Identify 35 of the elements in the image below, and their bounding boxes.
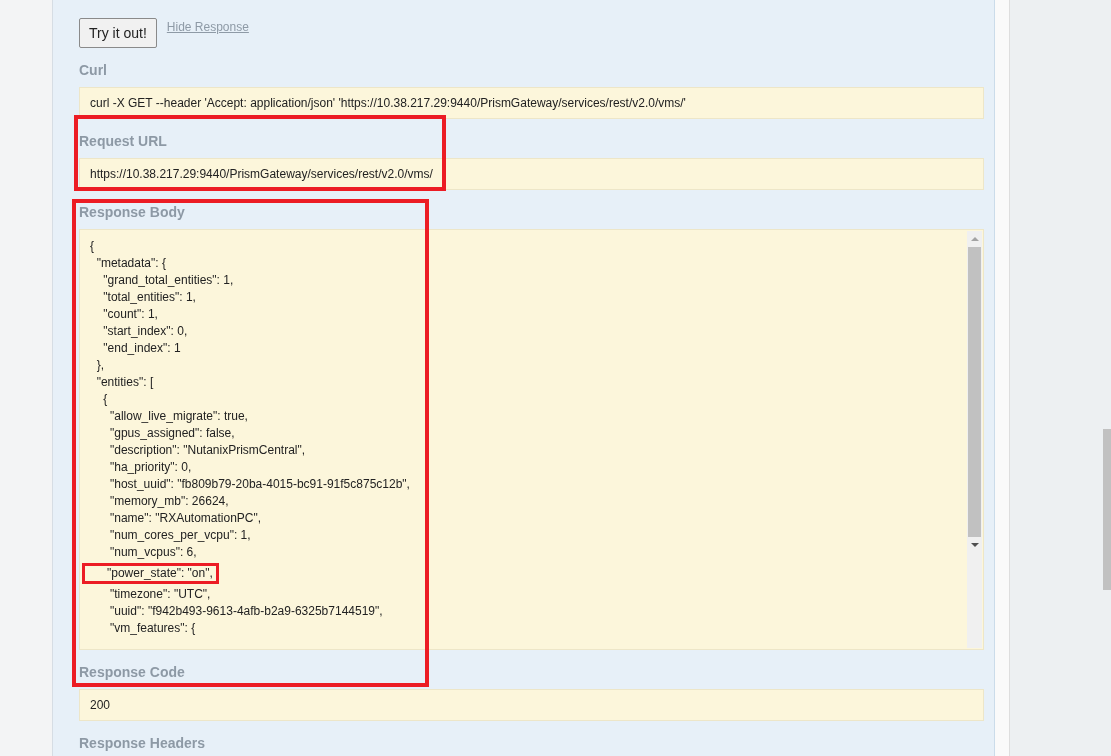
value-box: https://10.38.217.29:9440/PrismGateway/services/rest/v2.0/vms/ <box>79 158 984 190</box>
code-line: "name": "RXAutomationPC", <box>109 510 262 527</box>
code-line: "gpus_assigned": false, <box>109 425 235 442</box>
code-line: "memory_mb": 26624, <box>109 493 229 510</box>
code-line: "description": "NutanixPrismCentral", <box>109 442 306 459</box>
code-line: "count": 1, <box>102 306 158 323</box>
code-line: "metadata": { <box>95 255 166 272</box>
code-line: "num_vcpus": 6, <box>109 544 197 561</box>
code-line: "entities": [ <box>95 374 154 391</box>
scroll-up-icon[interactable] <box>970 237 979 241</box>
code-line: "total_entities": 1, <box>102 289 196 306</box>
value-box: curl -X GET --header 'Accept: application/json' 'https://10.38.217.29:9440/PrismGateway/services/rest/v2.0/vms/' <box>79 87 984 119</box>
section-heading: Response Body <box>79 205 186 220</box>
section-heading: Response Headers <box>79 736 207 751</box>
code-line: "host_uuid": "fb809b79-20ba-4015-bc91-91f5c875c12b", <box>109 476 410 493</box>
code-line: "uuid": "f942b493-9613-4afb-b2a9-6325b7144519", <box>109 603 383 620</box>
section-heading: Request URL <box>79 134 168 149</box>
page-scrollbar[interactable] <box>1103 429 1111 590</box>
section-heading: Response Code <box>79 665 186 680</box>
code-line: "end_index": 1 <box>102 340 181 357</box>
code-line: "timezone": "UTC", <box>109 586 211 603</box>
scroll-down-icon[interactable] <box>970 543 979 547</box>
code-line: "vm_features": { <box>109 620 196 637</box>
code-line: "allow_live_migrate": true, <box>109 408 248 425</box>
code-line: "ha_priority": 0, <box>109 459 192 476</box>
code-line: { <box>90 238 94 255</box>
section-heading: Curl <box>79 63 108 78</box>
value-box: 200 <box>79 689 984 721</box>
code-line: "start_index": 0, <box>102 323 188 340</box>
code-line: "num_cores_per_vcpu": 1, <box>109 527 251 544</box>
scrollbar[interactable] <box>967 231 982 648</box>
code-line: { <box>102 391 108 408</box>
code-line: }, <box>95 357 104 374</box>
code-line: "grand_total_entities": 1, <box>102 272 234 289</box>
try-it-out-button[interactable]: Try it out! <box>79 18 157 48</box>
